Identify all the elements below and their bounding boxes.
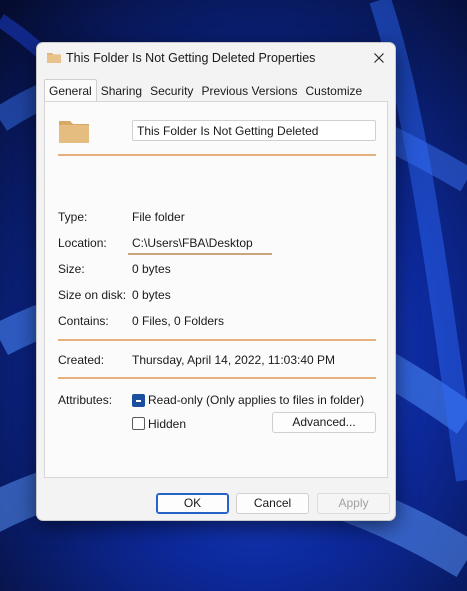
type-value: File folder <box>132 210 185 224</box>
tab-previous-versions[interactable]: Previous Versions <box>197 81 301 101</box>
tab-sharing[interactable]: Sharing <box>97 81 146 101</box>
location-underline <box>128 253 272 255</box>
ok-button[interactable]: OK <box>156 493 229 514</box>
hidden-checkbox[interactable] <box>132 417 145 430</box>
size-on-disk-label: Size on disk: <box>58 288 127 302</box>
created-value: Thursday, April 14, 2022, 11:03:40 PM <box>132 353 336 367</box>
separator <box>58 377 376 379</box>
folder-icon <box>59 121 89 143</box>
title-bar[interactable]: This Folder Is Not Getting Deleted Prope… <box>37 43 395 75</box>
separator <box>58 339 376 341</box>
type-label: Type: <box>58 210 88 224</box>
location-value[interactable]: C:\Users\FBA\Desktop <box>132 236 253 250</box>
apply-button[interactable]: Apply <box>317 493 390 514</box>
size-value: 0 bytes <box>132 262 171 276</box>
contains-label: Contains: <box>58 314 109 328</box>
separator <box>58 154 376 156</box>
location-label: Location: <box>58 236 107 250</box>
cancel-button[interactable]: Cancel <box>236 493 309 514</box>
close-button[interactable] <box>363 43 395 73</box>
readonly-label[interactable]: Read-only (Only applies to files in fold… <box>148 393 364 407</box>
properties-dialog: This Folder Is Not Getting Deleted Prope… <box>36 42 396 521</box>
attributes-label: Attributes: <box>58 393 113 407</box>
tab-strip: General Sharing Security Previous Versio… <box>44 79 366 104</box>
advanced-button[interactable]: Advanced... <box>272 412 376 433</box>
general-panel: This Folder Is Not Getting Deleted Type:… <box>44 101 388 478</box>
close-icon <box>374 53 384 63</box>
size-label: Size: <box>58 262 85 276</box>
contains-value: 0 Files, 0 Folders <box>132 314 225 328</box>
created-label: Created: <box>58 353 105 367</box>
size-on-disk-value: 0 bytes <box>132 288 171 302</box>
tab-customize[interactable]: Customize <box>301 81 366 101</box>
window-title: This Folder Is Not Getting Deleted Prope… <box>66 51 316 65</box>
hidden-label[interactable]: Hidden <box>148 417 186 431</box>
folder-icon <box>47 53 61 63</box>
folder-name-field[interactable]: This Folder Is Not Getting Deleted <box>132 120 376 141</box>
tab-security[interactable]: Security <box>146 81 197 101</box>
readonly-checkbox[interactable] <box>132 394 145 407</box>
